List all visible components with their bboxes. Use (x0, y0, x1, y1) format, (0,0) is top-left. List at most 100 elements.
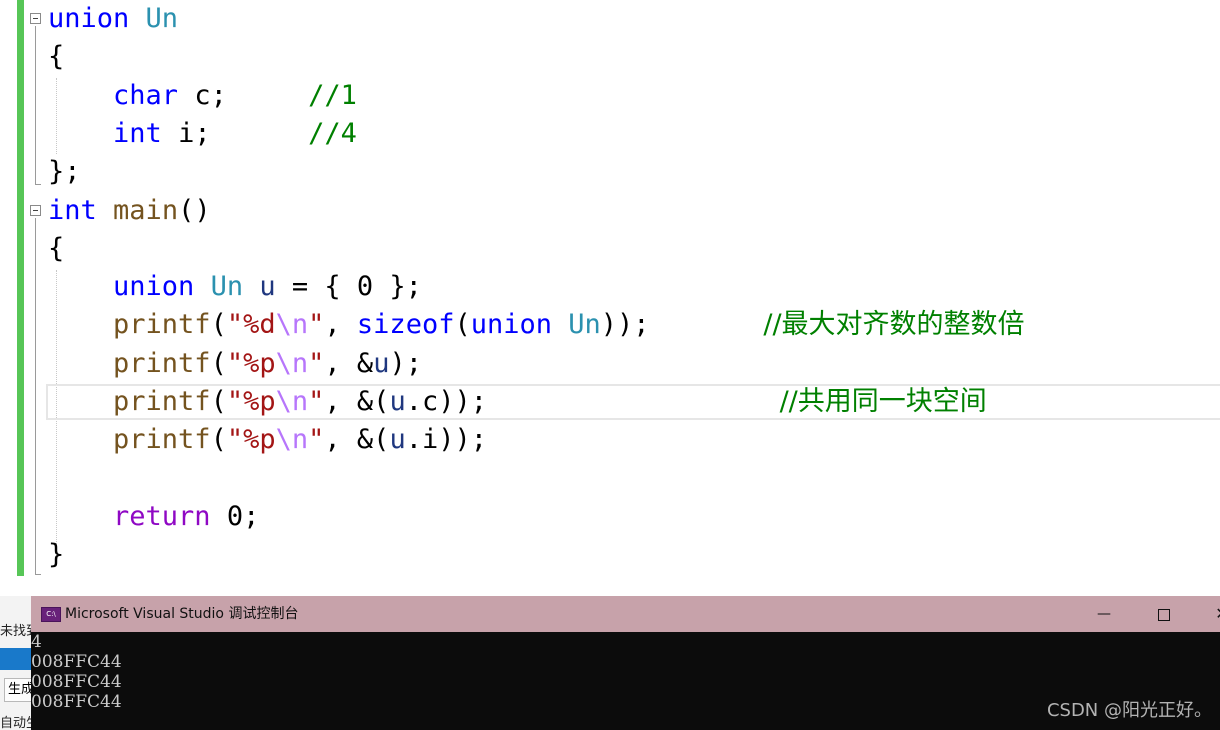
panel-progress-bar (0, 648, 31, 670)
maximize-button[interactable] (1141, 596, 1187, 632)
code-token: " (308, 386, 325, 417)
code-token: { (48, 41, 65, 73)
code-token: printf (113, 424, 211, 456)
code-editor[interactable]: union Un{ char c; //1 int i; //4}; int ma… (0, 0, 1220, 596)
code-token: int (113, 117, 162, 149)
code-token: //最大对齐数的整数倍 (763, 309, 1025, 341)
code-token: , (324, 309, 357, 341)
change-indicator-bar (17, 0, 24, 576)
code-token: Un (568, 309, 601, 341)
code-line[interactable]: printf("%d\n", sizeof(union Un)); //最大对齐… (48, 306, 1025, 344)
code-token: ( (210, 424, 227, 456)
code-token: u (259, 271, 276, 303)
code-token: 0; (210, 500, 260, 532)
code-line[interactable]: return 0; (48, 498, 259, 536)
code-token: " (308, 424, 325, 456)
code-token: sizeof (356, 309, 455, 341)
console-output-line: 4 (31, 632, 42, 652)
code-line[interactable]: char c; //1 (48, 77, 357, 115)
fold-toggle-main[interactable] (30, 205, 41, 216)
console-title: Microsoft Visual Studio 调试控制台 (65, 606, 299, 622)
code-token: ( (210, 386, 227, 417)
fold-line (35, 26, 36, 184)
code-token: union (113, 271, 195, 303)
code-line[interactable]: printf("%p\n", &u); (48, 345, 422, 383)
code-token: u (389, 386, 406, 417)
console-output-line: 008FFC44 (31, 652, 122, 672)
code-token: union (48, 3, 130, 34)
code-line[interactable]: }; (48, 153, 81, 191)
minimize-icon: — (1097, 606, 1111, 622)
code-line[interactable]: printf("%p\n", &(u.c)); //共用同一块空间 (48, 383, 987, 421)
code-line[interactable]: } (48, 536, 64, 574)
console-output[interactable]: 4 008FFC44 008FFC44 008FFC44 CSDN @阳光正好。 (31, 632, 1220, 730)
code-token: "%d (226, 309, 276, 341)
console-titlebar[interactable]: C:\ Microsoft Visual Studio 调试控制台 — ✕ (31, 596, 1220, 632)
code-token: main (113, 194, 179, 226)
code-token: //1 (308, 79, 357, 111)
code-line[interactable]: int i; //4 (48, 115, 357, 153)
code-line[interactable]: union Un u = { 0 }; (48, 268, 422, 306)
console-output-line: 008FFC44 (31, 692, 122, 712)
code-token: //4 (308, 117, 357, 149)
close-icon: ✕ (1215, 604, 1220, 623)
code-token: \n (275, 386, 309, 417)
code-token: Un (210, 271, 244, 303)
code-token: , & (324, 347, 374, 379)
code-token: { (48, 232, 65, 264)
code-line[interactable]: { (48, 230, 64, 268)
maximize-icon (1158, 608, 1170, 621)
code-token: "%p (226, 347, 276, 379)
code-token: \n (275, 424, 309, 456)
code-token: }; (48, 156, 81, 188)
code-token: i; (161, 117, 309, 149)
code-token: ( (210, 347, 227, 379)
code-token: " (308, 309, 325, 341)
code-token: .c)); (405, 386, 780, 417)
code-token: " (308, 347, 325, 379)
code-token: () (178, 194, 211, 226)
fold-toggle-union[interactable] (30, 13, 41, 24)
code-token: c; (178, 79, 309, 111)
code-line[interactable]: int main() (48, 192, 211, 230)
debug-console-window[interactable]: C:\ Microsoft Visual Studio 调试控制台 — ✕ 4 … (31, 596, 1220, 730)
code-token: \n (275, 347, 309, 379)
code-token: = { 0 }; (275, 271, 422, 303)
minimize-button[interactable]: — (1081, 596, 1127, 632)
code-line[interactable]: union Un (48, 0, 178, 38)
code-line[interactable]: { (48, 38, 64, 76)
build-button[interactable]: 生成 (4, 678, 31, 702)
code-token: ( (210, 309, 227, 341)
code-token: u (373, 347, 390, 379)
code-token: return (113, 500, 211, 532)
code-token: Un (145, 3, 179, 34)
code-token: \n (275, 309, 309, 341)
console-app-icon: C:\ (41, 607, 61, 622)
code-token: printf (113, 386, 211, 417)
code-line[interactable]: printf("%p\n", &(u.i)); (48, 421, 487, 459)
fold-end (35, 574, 41, 575)
close-button[interactable]: ✕ (1199, 596, 1220, 632)
code-token: } (48, 539, 65, 571)
code-token: //共用同一块空间 (779, 386, 987, 417)
code-token: "%p (226, 386, 276, 417)
code-token: int (48, 194, 97, 226)
watermark: CSDN @阳光正好。 (1046, 700, 1212, 721)
fold-line (35, 218, 36, 574)
code-token: , &( (324, 386, 390, 417)
code-token: char (113, 79, 179, 111)
code-token: ); (389, 347, 422, 379)
fold-end (35, 184, 41, 185)
console-output-line: 008FFC44 (31, 672, 122, 692)
code-token: , &( (324, 424, 390, 456)
code-token: printf (113, 347, 211, 379)
